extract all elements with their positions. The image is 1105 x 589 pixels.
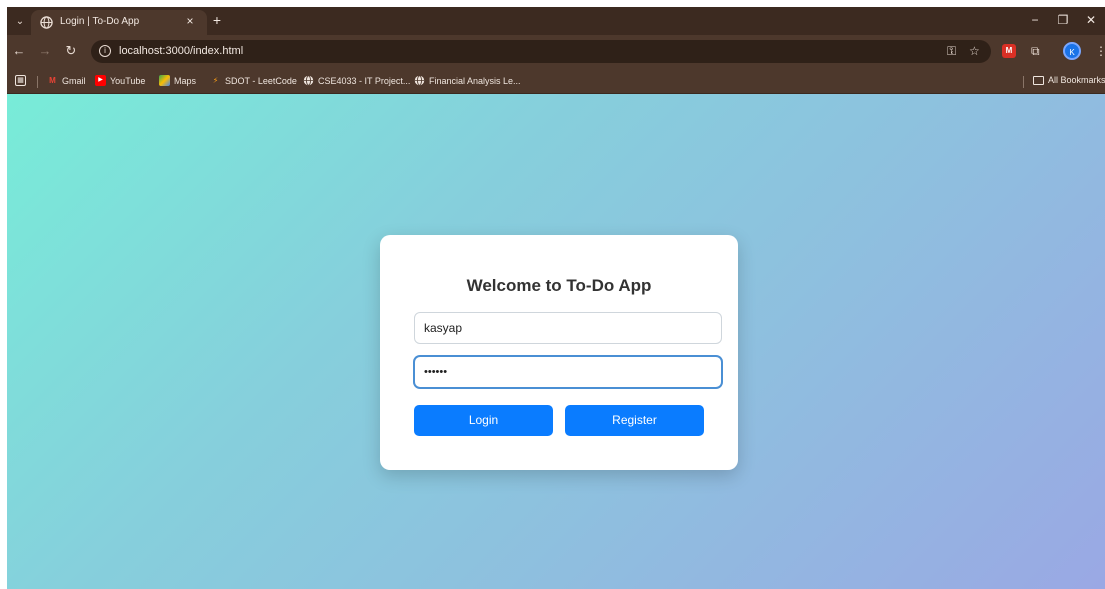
- gmail-icon: M: [49, 76, 56, 85]
- globe-icon: [40, 16, 53, 29]
- page-title: Welcome to To-Do App: [466, 276, 652, 295]
- youtube-icon: ▶: [95, 75, 106, 86]
- login-card: Welcome to To-Do App kasyap •••••• Login…: [380, 235, 738, 470]
- bookmark-star-icon[interactable]: ☆: [969, 44, 980, 58]
- tab-title: Login | To-Do App: [60, 16, 140, 27]
- menu-kebab-icon[interactable]: ⋮: [1095, 44, 1105, 58]
- leetcode-icon: ⚡: [212, 76, 219, 85]
- tab-search-chevron-icon[interactable]: ⌄: [10, 11, 30, 31]
- extensions-puzzle-icon[interactable]: ⧉: [1031, 44, 1040, 59]
- restore-icon[interactable]: ❐: [1053, 13, 1073, 27]
- register-button[interactable]: Register: [565, 405, 704, 436]
- tab-close-icon[interactable]: ×: [183, 14, 197, 28]
- apps-grid-icon[interactable]: ▦: [15, 75, 26, 86]
- tab-strip: ⌄ Login | To-Do App × + − ❐ ✕: [7, 7, 1105, 35]
- new-tab-button[interactable]: +: [209, 12, 225, 28]
- username-input[interactable]: kasyap: [414, 312, 722, 344]
- bookmark-gmail[interactable]: M Gmail: [47, 75, 85, 86]
- bookmark-leetcode[interactable]: ⚡ SDOT - LeetCode: [210, 75, 297, 86]
- page-background: Welcome to To-Do App kasyap •••••• Login…: [7, 94, 1105, 589]
- bookmark-financial-analysis[interactable]: Financial Analysis Le...: [414, 75, 521, 86]
- login-button[interactable]: Login: [414, 405, 553, 436]
- site-info-icon[interactable]: i: [99, 45, 111, 57]
- password-input[interactable]: ••••••: [414, 356, 722, 388]
- bookmark-youtube[interactable]: ▶ YouTube: [95, 75, 145, 86]
- browser-toolbar: ← → ↻ i localhost:3000/index.html ⚿ ☆ M …: [7, 35, 1105, 68]
- extension-icon[interactable]: M: [1002, 44, 1016, 58]
- address-bar[interactable]: i localhost:3000/index.html: [91, 40, 991, 63]
- bookmarks-divider: [1023, 76, 1024, 88]
- password-key-icon[interactable]: ⚿: [947, 44, 956, 59]
- globe-icon: [414, 75, 425, 86]
- minimize-icon[interactable]: −: [1025, 13, 1045, 27]
- tab-login[interactable]: Login | To-Do App ×: [31, 10, 207, 35]
- bookmarks-divider: [37, 76, 38, 88]
- url-text[interactable]: localhost:3000/index.html: [119, 45, 243, 57]
- maps-icon: [159, 75, 170, 86]
- reload-icon[interactable]: ↻: [63, 43, 79, 59]
- back-icon[interactable]: ←: [11, 43, 27, 58]
- all-bookmarks-button[interactable]: All Bookmarks: [1033, 75, 1105, 85]
- browser-window: ⌄ Login | To-Do App × + − ❐ ✕ ← → ↻ i lo…: [7, 7, 1105, 589]
- forward-icon[interactable]: →: [37, 43, 53, 58]
- globe-icon: [303, 75, 314, 86]
- close-window-icon[interactable]: ✕: [1081, 13, 1101, 27]
- bookmark-maps[interactable]: Maps: [159, 75, 196, 86]
- profile-avatar[interactable]: K: [1063, 42, 1081, 60]
- bookmarks-bar: ▦ M Gmail ▶ YouTube Maps ⚡ SDOT - LeetCo…: [7, 68, 1105, 94]
- bookmark-cse4033[interactable]: CSE4033 - IT Project...: [303, 75, 410, 86]
- folder-icon: [1033, 75, 1044, 85]
